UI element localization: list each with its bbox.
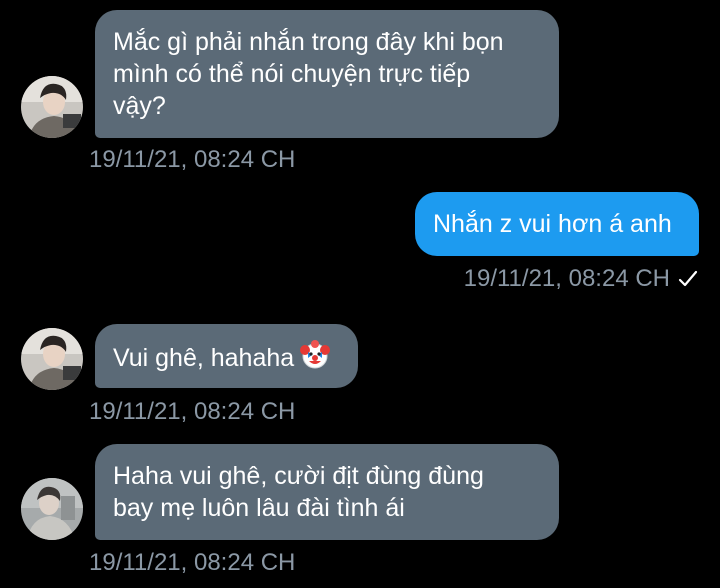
sender-avatar[interactable]: [21, 478, 83, 540]
message-timestamp: 19/11/21, 08:24 CH: [463, 265, 670, 292]
sender-avatar[interactable]: [21, 76, 83, 138]
avatar-photo-icon: [21, 478, 83, 540]
message-line: mình có thể nói chuyện trực tiếp: [113, 60, 471, 88]
message-bubble-incoming[interactable]: Haha vui ghê, cười địt đùng đùng bay mẹ …: [95, 444, 559, 540]
checkmark-icon: [678, 266, 698, 296]
message-status: 19/11/21, 08:24 CH: [464, 264, 698, 296]
message-line: Mắc gì phải nhắn trong đây khi bọn: [113, 28, 504, 56]
sender-avatar[interactable]: [21, 328, 83, 390]
message-line: Haha vui ghê, cười địt đùng đùng: [113, 462, 484, 490]
message-bubble-incoming[interactable]: Mắc gì phải nhắn trong đây khi bọn mình …: [95, 10, 559, 138]
message-timestamp: 19/11/21, 08:24 CH: [89, 146, 296, 173]
clown-face-icon: [300, 340, 331, 378]
message-line: vậy?: [113, 92, 166, 120]
message-bubble-outgoing[interactable]: Nhắn z vui hơn á anh: [415, 192, 699, 256]
avatar-photo-icon: [21, 328, 83, 390]
message-text: Nhắn z vui hơn á anh: [433, 210, 672, 238]
message-line: bay mẹ luôn lâu đài tình ái: [113, 494, 405, 522]
avatar-photo-icon: [21, 76, 83, 138]
message-text: Vui ghê, hahaha: [113, 344, 295, 372]
message-timestamp: 19/11/21, 08:24 CH: [89, 549, 296, 576]
message-timestamp: 19/11/21, 08:24 CH: [89, 398, 296, 425]
message-bubble-incoming[interactable]: Vui ghê, hahaha: [95, 324, 358, 388]
